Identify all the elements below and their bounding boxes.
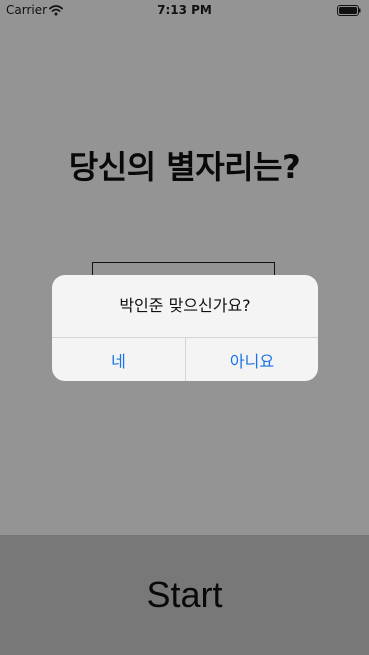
alert-no-label: 아니요 (229, 351, 275, 371)
alert-no-button[interactable]: 아니요 (186, 338, 318, 381)
status-time: 7:13 PM (157, 3, 212, 17)
alert-message: 박인준 맞으신가요? (119, 296, 251, 315)
alert-yes-label: 네 (111, 351, 126, 371)
app-screen: Carrier 7:13 PM 당신의 별자리는? Start 박인준 맞으신가… (0, 0, 369, 655)
status-bar: Carrier 7:13 PM (0, 0, 369, 20)
battery-icon (337, 5, 361, 16)
alert-yes-button[interactable]: 네 (52, 338, 185, 381)
confirm-alert: 박인준 맞으신가요? 네 아니요 (52, 275, 318, 381)
